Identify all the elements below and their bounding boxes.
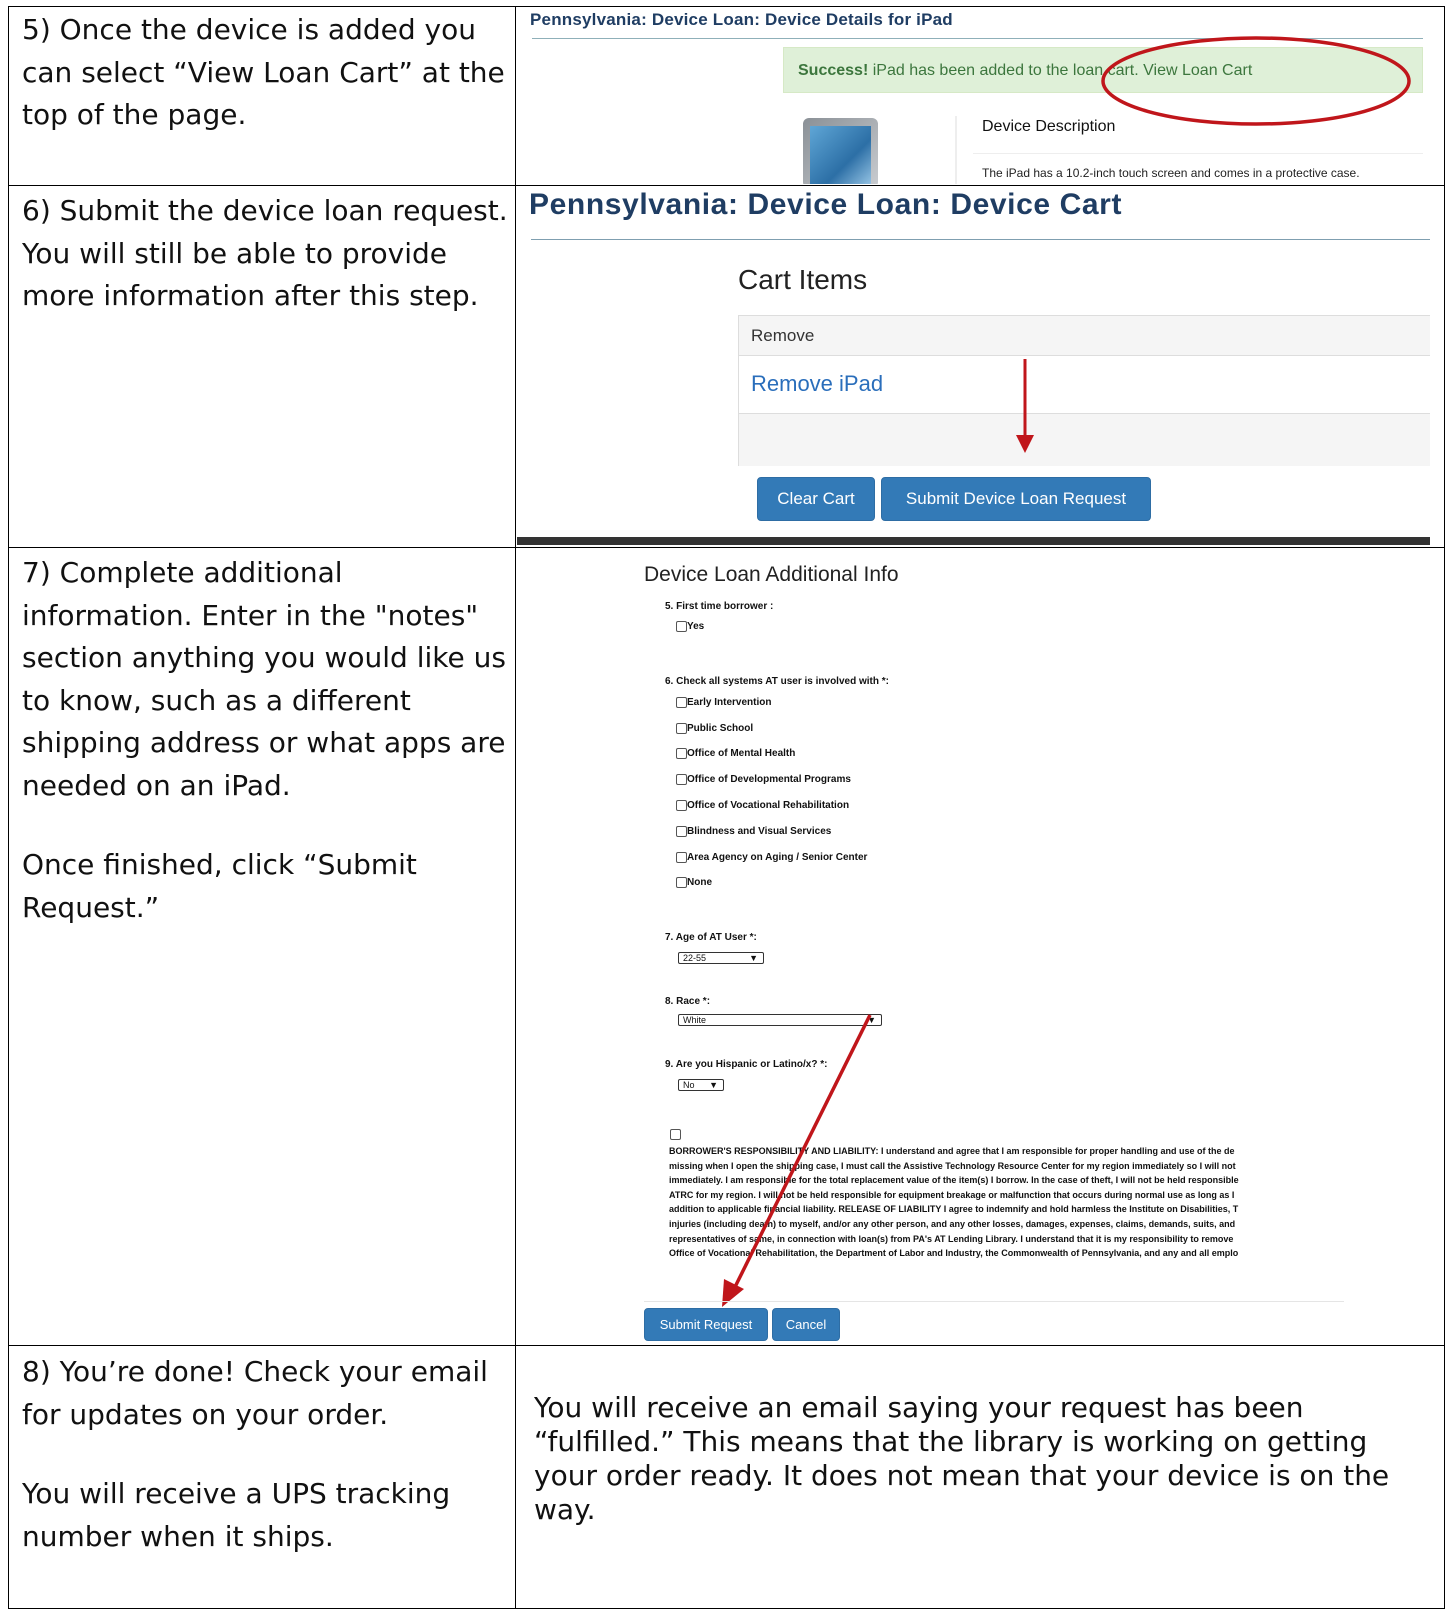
option-label: Yes <box>687 621 705 632</box>
liability-agree-checkbox[interactable] <box>670 1129 681 1140</box>
step-8-text: 8) You’re done! Check your email for upd… <box>22 1355 488 1553</box>
table-header-remove: Remove <box>739 316 1430 356</box>
table-footer <box>739 413 1430 466</box>
q6-option[interactable]: Public School <box>676 723 753 734</box>
ipad-image <box>803 118 878 184</box>
age-select[interactable]: 22-55 ▼ <box>678 952 764 964</box>
title-rule <box>531 239 1430 240</box>
device-cart-screenshot: Pennsylvania: Device Loan: Device Cart C… <box>517 187 1430 545</box>
checkbox[interactable] <box>676 877 687 888</box>
column-divider <box>515 6 516 1609</box>
q6-option[interactable]: Office of Mental Health <box>676 748 795 759</box>
option-label: Early Intervention <box>687 697 772 708</box>
checkbox[interactable] <box>676 697 687 708</box>
q6-label: 6. Check all systems AT user is involved… <box>665 676 889 687</box>
page-title: Pennsylvania: Device Loan: Device Detail… <box>530 10 953 29</box>
annotation-arrow-down <box>1016 359 1034 453</box>
row-divider <box>8 1345 1445 1346</box>
additional-info-screenshot: Device Loan Additional Info 5. First tim… <box>518 549 1428 1343</box>
row-divider <box>8 185 1445 186</box>
q6-option[interactable]: Area Agency on Aging / Senior Center <box>676 852 867 863</box>
remove-ipad-link[interactable]: Remove iPad <box>751 371 883 397</box>
q6-option[interactable]: Office of Vocational Rehabilitation <box>676 800 849 811</box>
step-7-text: 7) Complete additional information. Ente… <box>22 556 506 924</box>
q8-label: 8. Race *: <box>665 996 711 1007</box>
description-rule <box>973 153 1423 154</box>
q5-option-yes[interactable]: Yes <box>676 621 704 632</box>
option-label: Office of Developmental Programs <box>687 774 851 785</box>
highlight-ellipse <box>1101 36 1411 126</box>
cancel-button[interactable]: Cancel <box>772 1308 840 1341</box>
checkbox[interactable] <box>676 774 687 785</box>
footer-bar <box>517 537 1430 545</box>
option-label: Office of Vocational Rehabilitation <box>687 800 850 811</box>
checkbox[interactable] <box>676 723 687 734</box>
race-select-value: White <box>683 1015 707 1025</box>
submit-device-loan-request-button[interactable]: Submit Device Loan Request <box>881 477 1151 521</box>
description-heading: Device Description <box>982 118 1116 135</box>
description-text: The iPad has a 10.2-inch touch screen an… <box>982 166 1360 180</box>
option-label: Office of Mental Health <box>687 748 796 759</box>
clear-cart-button[interactable]: Clear Cart <box>757 477 875 521</box>
option-label: Blindness and Visual Services <box>687 826 832 837</box>
form-rule <box>644 1301 1344 1302</box>
q5-label: 5. First time borrower : <box>665 601 774 612</box>
submit-request-button[interactable]: Submit Request <box>644 1308 768 1341</box>
column-separator <box>955 116 957 184</box>
step-5-text: 5) Once the device is added you can sele… <box>22 13 505 131</box>
checkbox[interactable] <box>676 852 687 863</box>
checkbox[interactable] <box>676 621 687 632</box>
row-divider <box>8 547 1445 548</box>
success-label: Success! <box>798 62 869 79</box>
device-details-screenshot: Pennsylvania: Device Loan: Device Detail… <box>518 8 1423 184</box>
age-select-value: 22-55 <box>683 953 707 963</box>
hispanic-select-value: No <box>683 1080 695 1090</box>
q6-option[interactable]: None <box>676 877 712 888</box>
option-label: None <box>687 877 712 888</box>
q6-option[interactable]: Blindness and Visual Services <box>676 826 831 837</box>
form-heading: Device Loan Additional Info <box>644 563 899 586</box>
checkbox[interactable] <box>676 800 687 811</box>
page-title: Pennsylvania: Device Loan: Device Cart <box>529 188 1123 221</box>
q6-option[interactable]: Early Intervention <box>676 697 771 708</box>
checkbox[interactable] <box>676 826 687 837</box>
chevron-down-icon: ▼ <box>749 953 758 963</box>
step-8-note: You will receive an email saying your re… <box>534 1391 1390 1526</box>
q7-label: 7. Age of AT User *: <box>665 932 757 943</box>
cart-items-heading: Cart Items <box>738 264 868 295</box>
option-label: Area Agency on Aging / Senior Center <box>687 852 868 863</box>
annotation-arrow-diagonal <box>722 1014 872 1307</box>
option-label: Public School <box>687 723 754 734</box>
step-6-text: 6) Submit the device loan request. You w… <box>22 194 508 312</box>
q6-option[interactable]: Office of Developmental Programs <box>676 774 851 785</box>
cart-table: Remove Remove iPad <box>738 315 1430 466</box>
checkbox[interactable] <box>676 748 687 759</box>
